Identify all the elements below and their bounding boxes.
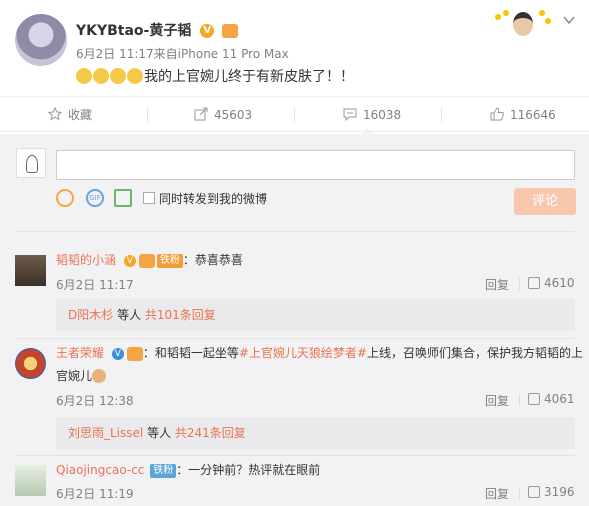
reply-button[interactable]: 回复 bbox=[485, 485, 509, 502]
comment-content: 韬韬的小涵 V 铁粉 ：恭喜恭喜 bbox=[56, 251, 243, 269]
repost-checkbox-label: 同时转发到我的微博 bbox=[159, 192, 268, 206]
comment-time: 6月2日 11:17 bbox=[56, 278, 134, 292]
like-icon bbox=[528, 486, 540, 498]
like-icon bbox=[528, 393, 540, 405]
comment-section: GIF 同时转发到我的微博 评论 韬韬的小涵 V 铁粉 ：恭喜恭喜 6月2日 11:… bbox=[0, 134, 589, 506]
crying-emoji-icon bbox=[76, 68, 92, 84]
post-content: 我的上官婉儿终于有新皮肤了！！ bbox=[76, 66, 354, 86]
post-date[interactable]: 6月2日 11:17 bbox=[76, 47, 154, 61]
favorite-icon bbox=[47, 106, 68, 122]
comment-content: 王者荣耀 V ：和韬韬一起坐等#上官婉儿天狼绘梦者#上线，召唤师们集合，保护我方韬… bbox=[56, 344, 583, 385]
card-decoration-icon bbox=[493, 8, 551, 44]
member-badge-icon bbox=[138, 253, 155, 268]
repost-count: 45603 bbox=[214, 108, 253, 122]
comment-text-cont: 上线，召唤师们集合，保护我方韬韬的上 bbox=[366, 346, 583, 360]
like-icon bbox=[528, 277, 540, 289]
verified-icon: V bbox=[111, 347, 124, 360]
comment-time: 6月2日 11:19 bbox=[56, 487, 134, 501]
divider bbox=[15, 455, 575, 456]
comment-text: ：恭喜恭喜 bbox=[182, 253, 243, 267]
verified-icon: V bbox=[200, 24, 215, 38]
sub-replies[interactable]: D阳木杉 等人 共101条回复 bbox=[56, 299, 575, 331]
comment-like-count: 4610 bbox=[544, 276, 575, 290]
hashtag-link[interactable]: #上官婉儿天狼绘梦者# bbox=[239, 346, 367, 360]
crying-emoji-icon bbox=[93, 68, 109, 84]
commenter-avatar[interactable] bbox=[15, 465, 46, 496]
comment-like-button[interactable]: 4061 bbox=[528, 392, 575, 406]
like-icon bbox=[490, 107, 510, 122]
commenter-avatar[interactable] bbox=[15, 255, 46, 286]
member-badge-icon bbox=[222, 24, 239, 38]
sub-reply-user[interactable]: D阳木杉 bbox=[68, 308, 113, 322]
my-avatar bbox=[16, 148, 46, 178]
fan-badge: 铁粉 bbox=[150, 464, 177, 478]
sub-reply-mid: 等人 bbox=[143, 426, 175, 440]
image-icon[interactable] bbox=[114, 189, 132, 207]
divider bbox=[15, 231, 575, 232]
verified-icon: V bbox=[123, 254, 136, 267]
weibo-post: YKYBtao-黄子韬 V 6月2日 11:17来自iPhone 11 Pro … bbox=[0, 0, 589, 96]
divider bbox=[15, 338, 575, 339]
favorite-button[interactable]: 收藏 bbox=[47, 97, 93, 133]
sub-reply-user[interactable]: 刘思雨_Lissel bbox=[68, 426, 143, 440]
crying-emoji-icon bbox=[127, 68, 143, 84]
commenter-name[interactable]: 韬韬的小涵 bbox=[56, 253, 116, 267]
cat-emoji-icon bbox=[92, 369, 107, 383]
comment-text-line2: 官婉儿 bbox=[56, 369, 93, 383]
comment-content: Qiaojingcao-cc 铁粉 ：一分钟前？热评就在眼前 bbox=[56, 461, 320, 479]
smile-icon[interactable] bbox=[56, 189, 74, 207]
favorite-label: 收藏 bbox=[68, 108, 93, 122]
like-button[interactable]: 116646 bbox=[490, 97, 556, 133]
comment-like-button[interactable]: 3196 bbox=[528, 485, 575, 499]
commenter-name[interactable]: Qiaojingcao-cc bbox=[56, 463, 144, 477]
author-name[interactable]: YKYBtao-黄子韬 bbox=[76, 23, 191, 39]
sub-reply-count[interactable]: 共101条回复 bbox=[145, 308, 216, 322]
commenter-avatar[interactable] bbox=[15, 348, 46, 379]
post-text: 我的上官婉儿终于有新皮肤了！！ bbox=[144, 69, 354, 85]
sub-reply-mid: 等人 bbox=[113, 308, 145, 322]
comment-text: ：和韬韬一起坐等 bbox=[142, 346, 239, 360]
repost-icon bbox=[194, 107, 214, 122]
submit-comment-button[interactable]: 评论 bbox=[514, 188, 576, 215]
comment-like-count: 4061 bbox=[544, 392, 575, 406]
like-count: 116646 bbox=[510, 108, 556, 122]
author-name-row: YKYBtao-黄子韬 V bbox=[76, 20, 239, 40]
commenter-name[interactable]: 王者荣耀 bbox=[56, 346, 104, 360]
author-avatar[interactable] bbox=[15, 14, 67, 66]
member-badge-icon bbox=[126, 346, 143, 361]
gif-icon[interactable]: GIF bbox=[86, 189, 104, 207]
post-source: 来自iPhone 11 Pro Max bbox=[153, 47, 289, 61]
repost-button[interactable]: 45603 bbox=[194, 97, 252, 133]
comment-count: 16038 bbox=[363, 108, 402, 122]
reply-button[interactable]: 回复 bbox=[485, 276, 509, 293]
sub-replies[interactable]: 刘思雨_Lissel 等人 共241条回复 bbox=[56, 417, 575, 449]
comment-time: 6月2日 12:38 bbox=[56, 394, 134, 408]
comment-input[interactable] bbox=[56, 150, 575, 180]
chevron-down-icon[interactable] bbox=[563, 14, 575, 26]
post-action-bar: 收藏 45603 16038 116646 bbox=[0, 96, 589, 132]
comment-text: ：一分钟前？热评就在眼前 bbox=[176, 463, 321, 477]
fan-badge: 铁粉 bbox=[156, 254, 183, 268]
repost-checkbox[interactable] bbox=[143, 192, 155, 204]
comment-icon bbox=[343, 108, 363, 122]
sub-reply-count[interactable]: 共241条回复 bbox=[175, 426, 246, 440]
reply-button[interactable]: 回复 bbox=[485, 392, 509, 409]
comment-like-count: 3196 bbox=[544, 485, 575, 499]
comment-like-button[interactable]: 4610 bbox=[528, 276, 575, 290]
crying-emoji-icon bbox=[110, 68, 126, 84]
post-meta: 6月2日 11:17来自iPhone 11 Pro Max bbox=[76, 45, 289, 62]
